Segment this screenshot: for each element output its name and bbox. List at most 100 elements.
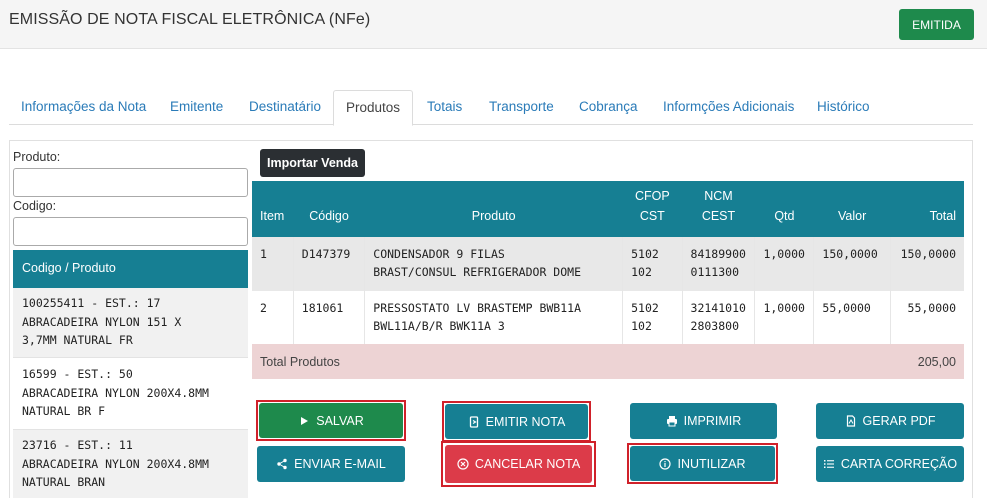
page-title: EMISSÃO DE NOTA FISCAL ELETRÔNICA (NFe) (9, 11, 371, 28)
info-circle-icon (659, 457, 672, 470)
total-label: Total Produtos (252, 344, 891, 379)
inutilizar-label: INUTILIZAR (677, 456, 746, 471)
cell-ncm: 32141010 (690, 301, 746, 315)
col-valor: Valor (813, 181, 891, 237)
tab-historico[interactable]: Histórico (805, 90, 882, 125)
list-icon (823, 460, 834, 468)
status-emitida-button[interactable]: EMITIDA (899, 9, 974, 40)
col-ncm-cest: NCM CEST (682, 181, 755, 237)
tab-emitente[interactable]: Emitente (158, 90, 235, 125)
pdf-file-icon (846, 415, 855, 427)
carta-correcao-label: CARTA CORREÇÃO (840, 457, 958, 471)
product-list-item[interactable]: 100255411 - EST.: 17 ABRACADEIRA NYLON 1… (13, 288, 248, 358)
products-table: Item Código Produto CFOP CST NCM CEST Qtd … (252, 181, 964, 379)
produto-search-input[interactable] (13, 168, 248, 197)
col-cfop-label: CFOP (634, 189, 670, 203)
printer-icon (666, 416, 677, 427)
col-qtd: Qtd (754, 181, 814, 237)
cell-codigo: 181061 (293, 291, 366, 344)
tab-bar: Informações da Nota Emitente Destinatári… (9, 90, 973, 126)
col-cest-label: CEST (701, 209, 736, 223)
emitir-nota-label: EMITIR NOTA (485, 414, 566, 429)
cell-produto-line: CONDENSADOR 9 FILAS (373, 247, 505, 261)
col-item: Item (252, 181, 294, 237)
table-row[interactable]: 1 D147379 CONDENSADOR 9 FILAS BRAST/CONSU… (252, 237, 964, 291)
tab-cobranca[interactable]: Cobrança (567, 90, 650, 125)
page-header: EMISSÃO DE NOTA FISCAL ELETRÔNICA (NFe) … (0, 0, 987, 49)
tab-totais[interactable]: Totais (415, 90, 474, 125)
salvar-button[interactable]: SALVAR (259, 403, 403, 438)
col-produto: Produto (364, 181, 623, 237)
cell-produto: PRESSOSTATO LV BRASTEMP BWB11A BWL11A/B/R… (364, 291, 624, 344)
gerar-pdf-button[interactable]: GERAR PDF (816, 403, 964, 439)
cancel-circle-icon (457, 458, 469, 470)
cell-cest: 2803800 (690, 319, 739, 333)
cell-valor: 55,0000 (813, 291, 891, 344)
tab-produtos[interactable]: Produtos (333, 90, 414, 126)
imprimir-label: IMPRIMIR (683, 414, 742, 428)
table-header-row: Item Código Produto CFOP CST NCM CEST Qtd … (252, 181, 964, 237)
cell-cest: 0111300 (690, 265, 739, 279)
imprimir-button[interactable]: IMPRIMIR (630, 403, 777, 439)
col-cfop-cst: CFOP CST (622, 181, 683, 237)
cancelar-nota-label: CANCELAR NOTA (474, 457, 581, 471)
gerar-pdf-label: GERAR PDF (862, 414, 936, 428)
cell-qtd: 1,0000 (754, 291, 815, 344)
tab-transporte[interactable]: Transporte (477, 90, 566, 125)
cell-item: 1 (252, 237, 294, 291)
inutilizar-button[interactable]: INUTILIZAR (630, 446, 775, 481)
cell-produto-line: BRAST/CONSUL REFRIGERADOR DOME (373, 265, 581, 279)
tab-informacoes-adicionais[interactable]: Informções Adicionais (651, 90, 806, 125)
cell-cst: 102 (631, 265, 652, 279)
cell-ncm: 84189900 (690, 247, 746, 261)
product-list-header: Codigo / Produto (13, 250, 248, 288)
product-list-item-code: 100255411 - EST.: 17 (22, 296, 161, 310)
codigo-label: Codigo: (13, 199, 57, 213)
product-list-item[interactable]: 23716 - EST.: 11 ABRACADEIRA NYLON 200X4… (13, 430, 248, 498)
document-icon (469, 415, 478, 428)
cell-produto-line: PRESSOSTATO LV BRASTEMP BWB11A (373, 301, 581, 315)
cell-total: 150,0000 (890, 237, 964, 291)
cancelar-nota-button[interactable]: CANCELAR NOTA (445, 445, 592, 483)
col-ncm-label: NCM (704, 189, 733, 203)
cell-item: 2 (252, 291, 294, 344)
tab-informacoes-nota[interactable]: Informações da Nota (9, 90, 158, 125)
cell-ncm-cest: 32141010 2803800 (682, 291, 756, 344)
share-icon (277, 458, 287, 470)
codigo-search-input[interactable] (13, 217, 248, 246)
product-list-item[interactable]: 16599 - EST.: 50 ABRACADEIRA NYLON 200X4… (13, 359, 248, 430)
cell-produto: CONDENSADOR 9 FILAS BRAST/CONSUL REFRIGER… (364, 237, 624, 291)
product-list-item-desc: NATURAL BRAN (22, 475, 106, 489)
product-list-item-desc: ABRACADEIRA NYLON 200X4.8MM (22, 456, 209, 471)
play-icon (301, 416, 309, 425)
product-list-item-desc: ABRACADEIRA NYLON 200X4.8MM (22, 385, 209, 400)
cell-cfop-cst: 5102 102 (622, 237, 683, 291)
cell-cfop: 5102 (631, 301, 659, 315)
tab-destinatario[interactable]: Destinatário (237, 90, 333, 125)
col-cst-label: CST (639, 209, 665, 223)
cell-cst: 102 (631, 319, 652, 333)
cell-valor: 150,0000 (813, 237, 891, 291)
col-total: Total (890, 181, 964, 237)
total-row: Total Produtos 205,00 (252, 344, 964, 379)
carta-correcao-button[interactable]: CARTA CORREÇÃO (816, 446, 964, 482)
cell-ncm-cest: 84189900 0111300 (682, 237, 756, 291)
table-row[interactable]: 2 181061 PRESSOSTATO LV BRASTEMP BWB11A B… (252, 291, 964, 344)
product-list-item-desc: ABRACADEIRA NYLON 151 X (22, 314, 182, 329)
cell-qtd: 1,0000 (754, 237, 815, 291)
total-value: 205,00 (890, 344, 964, 379)
salvar-label: SALVAR (316, 413, 364, 428)
cell-codigo: D147379 (293, 237, 366, 291)
product-list-item-code: 16599 - EST.: 50 (22, 367, 133, 381)
enviar-email-label: ENVIAR E-MAIL (294, 457, 386, 471)
produto-label: Produto: (13, 150, 61, 164)
product-list-item-code: 23716 - EST.: 11 (22, 438, 133, 452)
cell-total: 55,0000 (890, 291, 964, 344)
cell-cfop: 5102 (631, 247, 659, 261)
import-sale-button[interactable]: Importar Venda (260, 149, 365, 177)
cell-produto-line: BWL11A/B/R BWK11A 3 (373, 319, 505, 333)
cell-cfop-cst: 5102 102 (622, 291, 683, 344)
emitir-nota-button[interactable]: EMITIR NOTA (445, 404, 588, 439)
enviar-email-button[interactable]: ENVIAR E-MAIL (257, 446, 405, 482)
col-codigo: Código (293, 181, 365, 237)
